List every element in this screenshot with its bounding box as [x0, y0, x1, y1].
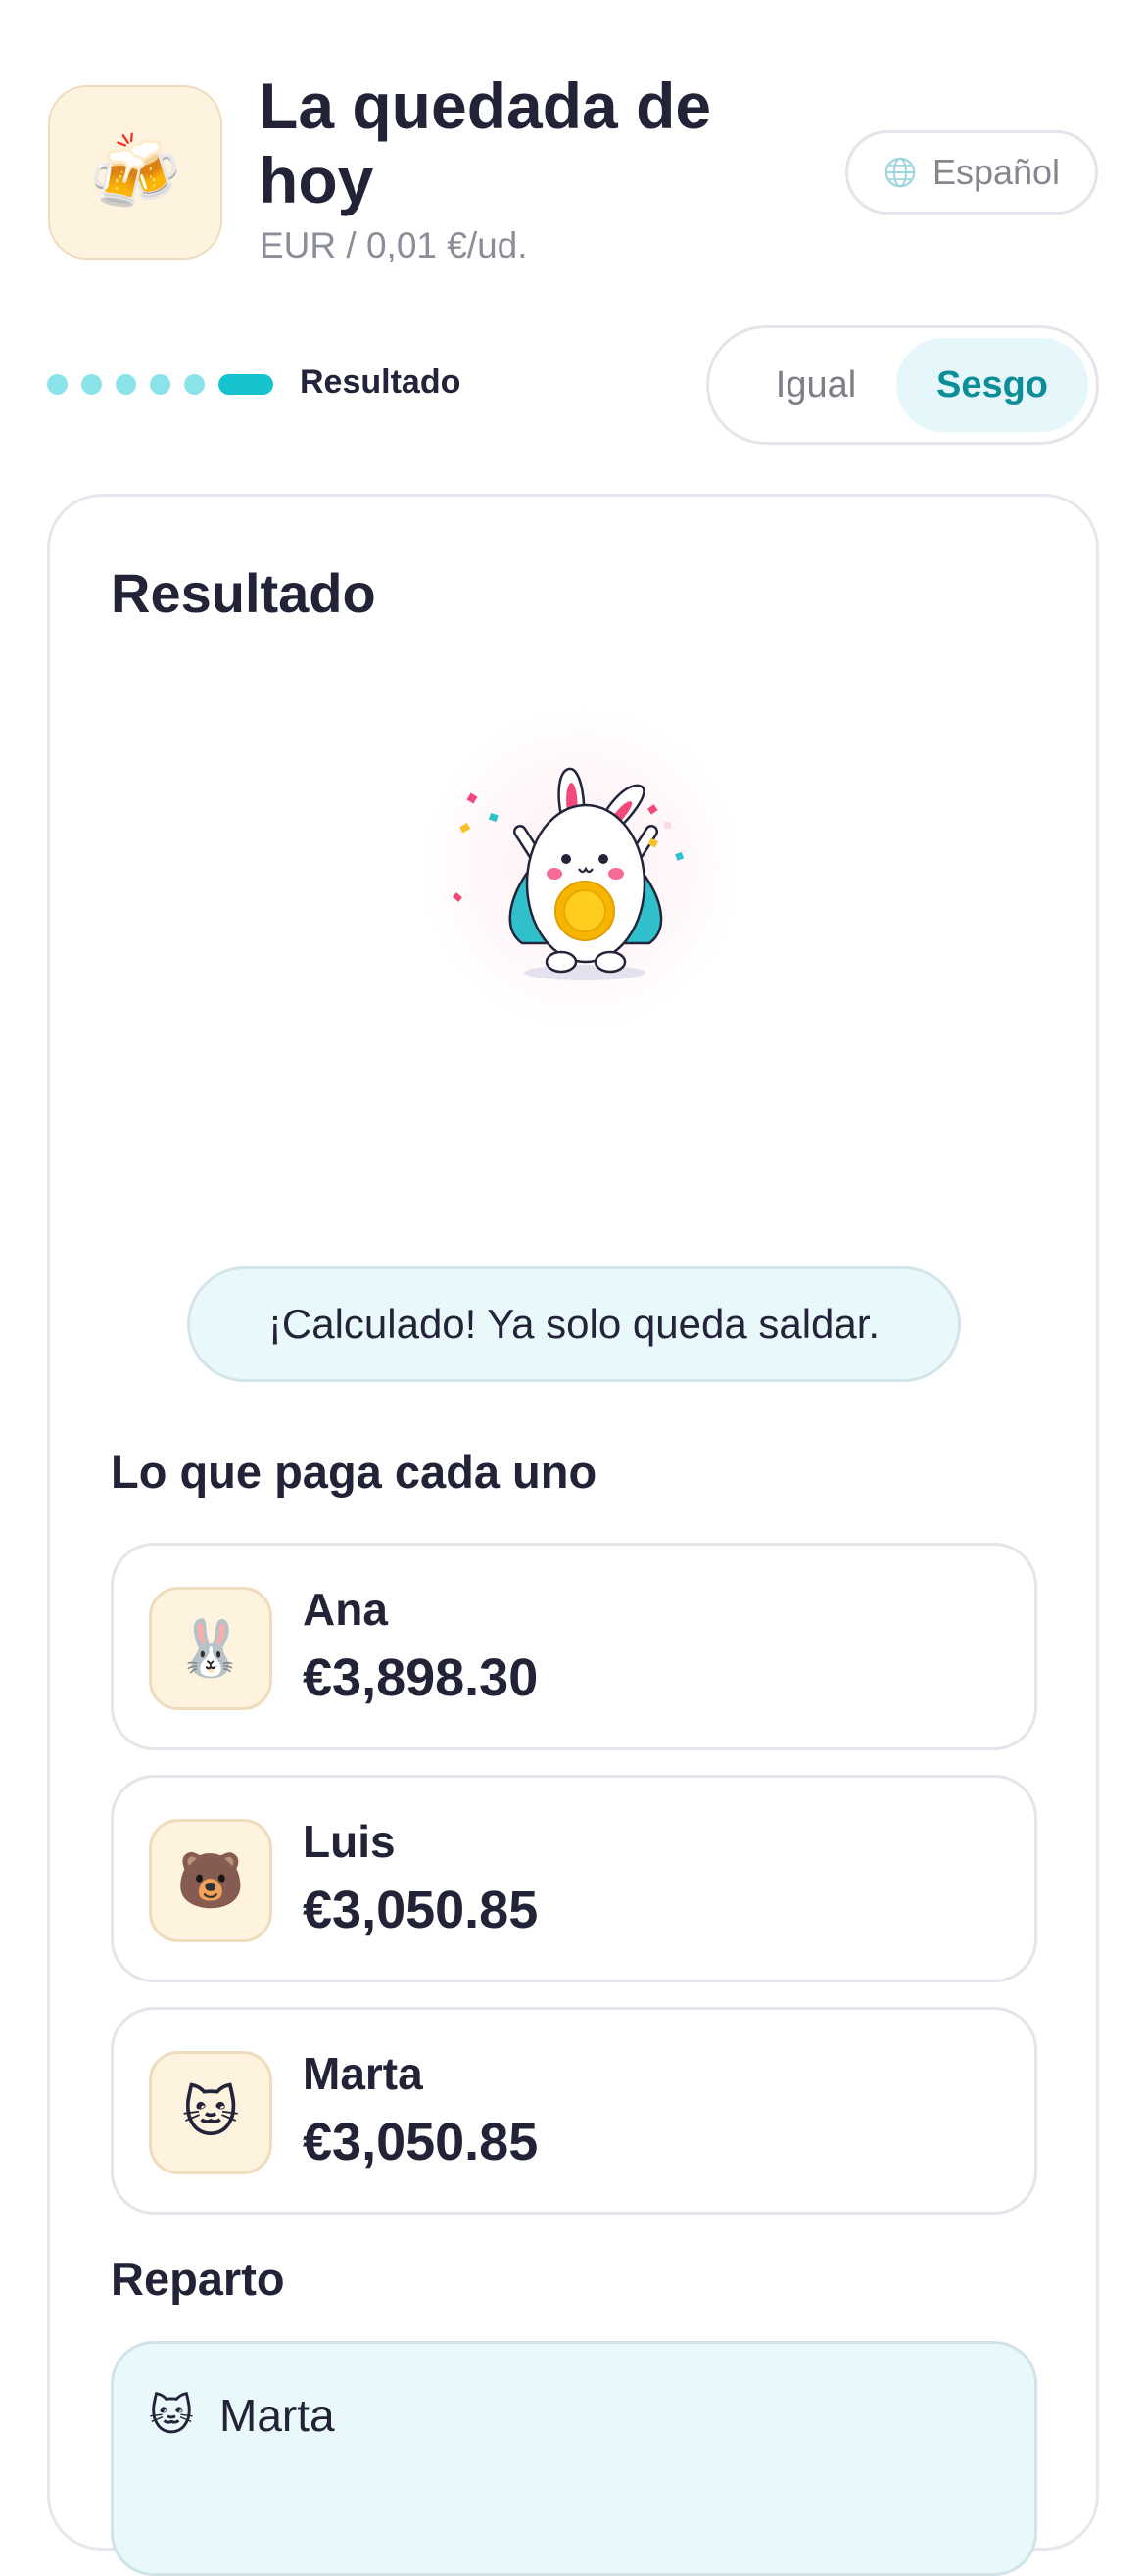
step-dot-active — [218, 373, 273, 395]
step-dot — [81, 373, 102, 395]
language-label: Español — [931, 152, 1061, 192]
step-dot — [47, 373, 68, 395]
person-name: Luis — [303, 1816, 396, 1867]
step-dot — [116, 373, 136, 395]
person-amount: €3,050.85 — [303, 1881, 539, 1939]
split-heading: Reparto — [111, 2253, 285, 2305]
beer-mugs-icon: 🍻 — [48, 85, 222, 260]
step-dot — [150, 373, 170, 395]
status-message: ¡Calculado! Ya solo queda saldar. — [187, 1266, 961, 1382]
split-mode-toggle: Igual Sesgo — [706, 325, 1099, 445]
result-title: Resultado — [111, 562, 376, 624]
currency-subtitle: EUR / 0,01 €/ud. — [260, 225, 528, 265]
person-name: Ana — [303, 1584, 388, 1635]
bunny-mascot-icon — [453, 767, 685, 980]
rabbit-avatar-icon: 🐰 — [149, 1587, 272, 1710]
toggle-option-sesgo[interactable]: Sesgo — [896, 338, 1088, 432]
mascot-glow — [424, 712, 738, 1026]
person-card[interactable]: 🐰 Ana €3,898.30 — [111, 1543, 1037, 1750]
step-label: Resultado — [300, 363, 461, 401]
per-person-heading: Lo que paga cada uno — [111, 1446, 597, 1498]
cat-avatar-icon: 🐱 — [149, 2051, 272, 2174]
result-card: Resultado ¡Calculado! Ya solo queda sald… — [47, 494, 1099, 2576]
bear-avatar-icon: 🐻 — [149, 1819, 272, 1942]
app-header: 🍻 La quedada de hoy EUR / 0,01 €/ud. Esp… — [0, 0, 1146, 294]
globe-icon — [884, 157, 916, 188]
person-amount: €3,898.30 — [303, 1648, 539, 1707]
page-title: La quedada de hoy — [259, 70, 712, 216]
person-card[interactable]: 🐱 Marta €3,050.85 — [111, 2007, 1037, 2215]
step-dot — [184, 373, 205, 395]
cat-avatar-icon: 🐱 — [149, 2392, 194, 2440]
person-amount: €3,050.85 — [303, 2113, 539, 2171]
toggle-option-igual[interactable]: Igual — [723, 338, 909, 432]
language-button[interactable]: Español — [845, 130, 1098, 215]
split-person-name: Marta — [219, 2390, 335, 2441]
split-card[interactable]: 🐱 Marta — [111, 2341, 1037, 2576]
person-card[interactable]: 🐻 Luis €3,050.85 — [111, 1775, 1037, 1982]
person-name: Marta — [303, 2048, 423, 2099]
step-progress — [47, 372, 273, 396]
